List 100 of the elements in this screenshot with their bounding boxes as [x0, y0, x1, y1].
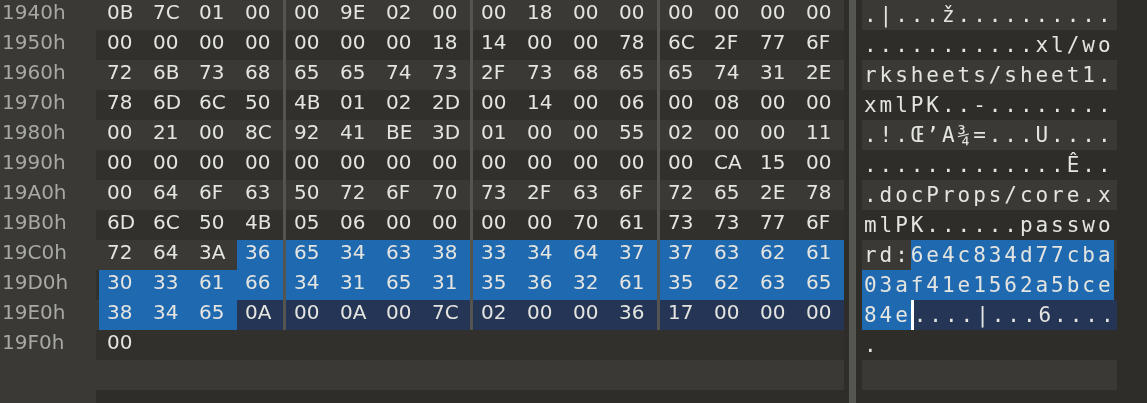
hex-byte: 7C [152, 0, 181, 26]
hex-byte: 61 [798, 240, 844, 270]
hex-byte: 65 [293, 60, 321, 86]
offset-label: 1950h [1, 30, 67, 56]
hex-byte: 6F [198, 180, 225, 206]
hex-byte: 34 [286, 270, 332, 300]
hex-byte: 32 [565, 270, 611, 300]
hex-byte: 01 [480, 120, 508, 146]
offset-label: 19F0h [1, 330, 66, 356]
hex-byte: 00 [526, 150, 554, 176]
hex-byte: 73 [667, 210, 695, 236]
hex-byte: 65 [798, 270, 844, 300]
hex-byte: 31 [332, 270, 378, 300]
hex-byte: 62 [706, 270, 752, 300]
hex-byte: 00 [106, 180, 134, 206]
hex-byte: 00 [667, 90, 695, 116]
ascii-text: rksheets/sheet1. [863, 62, 1114, 89]
hex-byte: 00 [198, 120, 226, 146]
hex-byte: 36 [237, 240, 283, 270]
offset-label: 19C0h [1, 240, 68, 266]
hex-byte: 00 [106, 30, 134, 56]
hex-byte: 00 [106, 150, 134, 176]
hex-byte: 36 [611, 300, 657, 330]
hex-byte: 08 [713, 90, 741, 116]
hex-byte: 00 [667, 150, 695, 176]
hex-byte: 00 [431, 150, 459, 176]
ascii-text: .............Ê.. [863, 151, 1114, 179]
ascii-text: rd: [863, 242, 911, 269]
hex-byte: 00 [798, 300, 844, 330]
hex-byte: CA [713, 150, 743, 176]
offset-label: 1940h [1, 0, 67, 26]
hex-byte: 00 [805, 0, 833, 26]
hex-byte: 00 [759, 90, 787, 116]
hex-byte: 38 [99, 300, 145, 330]
hex-byte: 00 [480, 210, 508, 236]
hex-byte: 00 [752, 300, 798, 330]
hex-byte: 00 [480, 90, 508, 116]
hex-byte: 9E [339, 0, 367, 26]
hex-byte: 15 [759, 150, 787, 176]
hex-byte: 77 [759, 210, 787, 236]
scrollbar[interactable] [849, 0, 856, 403]
hex-byte: 00 [385, 210, 413, 236]
hex-byte: 18 [526, 0, 554, 26]
hex-byte: 36 [519, 270, 565, 300]
ascii-text: . [863, 332, 880, 359]
hex-byte: 72 [667, 180, 695, 206]
hex-byte: 05 [293, 210, 321, 236]
hex-byte: 92 [293, 120, 321, 146]
offset-label: 19B0h [1, 210, 68, 236]
hex-byte: 61 [191, 270, 237, 300]
hex-byte: 00 [759, 0, 787, 26]
hex-byte: 00 [572, 150, 600, 176]
hex-byte: 01 [198, 0, 226, 26]
hex-byte: 00 [244, 0, 272, 26]
hex-byte: 70 [431, 180, 459, 206]
hex-byte: 65 [618, 60, 646, 86]
hex-byte: 65 [667, 60, 695, 86]
hex-byte: 00 [198, 30, 226, 56]
hex-byte: 66 [237, 270, 283, 300]
hex-byte: 00 [152, 150, 180, 176]
hex-byte: 34 [145, 300, 191, 330]
hex-byte: 02 [385, 0, 413, 26]
hex-byte: 73 [480, 180, 508, 206]
hex-byte: 6C [667, 30, 696, 56]
hex-byte: 4B [293, 90, 322, 116]
hex-byte: 78 [106, 90, 134, 116]
hex-byte: 55 [618, 120, 646, 146]
hex-byte: 11 [805, 120, 833, 146]
hex-byte: 6C [152, 210, 181, 236]
hex-byte: 0A [237, 300, 283, 330]
hex-byte: 00 [385, 30, 413, 56]
hex-byte: 2F [480, 60, 507, 86]
ascii-text: 6e4c834d77cba [910, 240, 1114, 270]
hex-byte: 63 [706, 240, 752, 270]
hex-byte: 68 [244, 60, 272, 86]
hex-byte: 00 [339, 30, 367, 56]
hex-byte: 00 [385, 150, 413, 176]
hex-byte: 63 [378, 240, 424, 270]
offset-label: 19E0h [1, 300, 67, 326]
hex-byte: 64 [565, 240, 611, 270]
hex-byte: 00 [106, 120, 134, 146]
hex-byte: 14 [526, 90, 554, 116]
hex-byte: 73 [713, 210, 741, 236]
hex-byte: 64 [152, 180, 180, 206]
hex-byte: 61 [618, 210, 646, 236]
hex-byte: 74 [385, 60, 413, 86]
hex-byte: 70 [572, 210, 600, 236]
hex-byte: 14 [480, 30, 508, 56]
ascii-text: ....|...6.... [913, 300, 1117, 330]
hex-byte: 30 [99, 270, 145, 300]
hex-byte: 64 [152, 240, 180, 266]
hex-byte: 65 [339, 60, 367, 86]
hex-byte: 0B [106, 0, 135, 26]
hex-byte: 3A [198, 240, 227, 266]
hex-byte: 4B [244, 210, 273, 236]
hex-byte: 7C [424, 300, 470, 330]
hex-byte: 72 [339, 180, 367, 206]
hex-byte: 02 [667, 120, 695, 146]
hex-byte: 50 [293, 180, 321, 206]
hex-byte: 34 [332, 240, 378, 270]
